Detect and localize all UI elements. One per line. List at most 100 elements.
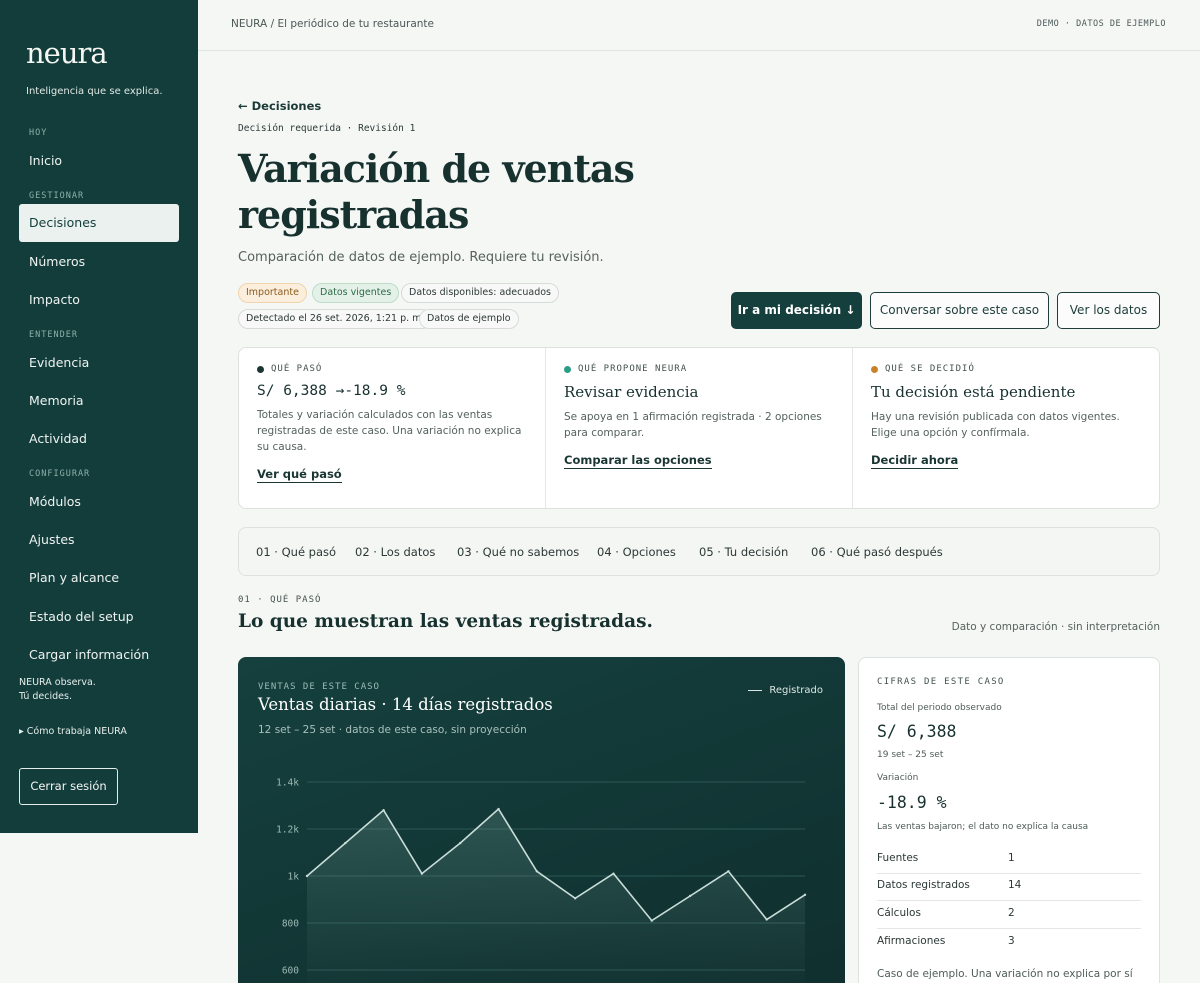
section-note: Dato y comparación · sin interpretación — [951, 621, 1160, 633]
data-point — [535, 870, 539, 873]
data-point — [612, 872, 615, 875]
status-dot — [257, 365, 264, 373]
card-text: Se apoya en 1 afirmación registrada · 2 … — [564, 411, 822, 439]
section-title: Lo que muestran las ventas registradas. — [238, 611, 653, 632]
sidebar-note-line1: NEURA observa. — [19, 677, 96, 688]
nav-section-hoy: HOY — [29, 128, 48, 138]
step-what-happened-after[interactable]: 06 · Qué pasó después — [811, 545, 943, 559]
decide-now-link[interactable]: Decidir ahora — [871, 453, 959, 469]
tagline: Inteligencia que se explica. — [26, 86, 163, 97]
figure-row: Datos registrados 14 — [877, 873, 1141, 901]
data-point — [727, 870, 730, 873]
step-what-happened[interactable]: 01 · Qué pasó — [256, 545, 336, 559]
sidebar-item-impacto[interactable]: Impacto — [19, 281, 179, 319]
status-dot — [871, 365, 878, 373]
how-neura-works-link[interactable]: ▸ Cómo trabaja NEURA — [19, 726, 127, 737]
data-point — [688, 894, 692, 898]
breadcrumb: NEURA / El periódico de tu restaurante — [231, 18, 435, 30]
arrow-right-icon: → — [335, 383, 345, 399]
data-point — [803, 893, 807, 896]
step-unknowns[interactable]: 03 · Qué no sabemos — [457, 545, 579, 559]
sidebar-item-memoria[interactable]: Memoria — [19, 382, 179, 420]
step-your-decision[interactable]: 05 · Tu decisión — [699, 545, 788, 559]
step-data[interactable]: 02 · Los datos — [355, 545, 435, 559]
sidebar-note-line2: Tú decides. — [19, 691, 72, 702]
sidebar-item-evidencia[interactable]: Evidencia — [19, 344, 179, 382]
nav-section-entender: ENTENDER — [29, 330, 78, 340]
sales-chart: 600 800 1k 1.2k 1.4k — [276, 778, 807, 983]
back-link[interactable]: ← Decisiones — [238, 99, 321, 113]
demo-label: DEMO · DATOS DE EJEMPLO — [1036, 19, 1166, 29]
y-tick-label: 800 — [282, 919, 299, 930]
sidebar-item-numeros[interactable]: Números — [19, 243, 179, 281]
summary-cards: QUÉ PASÓ S/ 6,388 →-18.9 % Totales y var… — [238, 347, 1160, 509]
see-what-happened-link[interactable]: Ver qué pasó — [257, 467, 342, 483]
data-point — [573, 897, 577, 900]
data-point — [650, 919, 653, 922]
nav-section-configurar: CONFIGURAR — [29, 469, 91, 479]
data-point — [497, 807, 500, 811]
card-text: Totales y variación calculados con las v… — [257, 409, 522, 453]
sidebar-note: NEURA observa. Tú decides. — [19, 676, 96, 704]
compare-options-link[interactable]: Comparar las opciones — [564, 453, 712, 469]
figure-row: Cálculos 2 — [877, 901, 1141, 929]
figures-footer: Caso de ejemplo. Una variación no explic… — [877, 968, 1133, 980]
sidebar-item-plan[interactable]: Plan y alcance — [19, 559, 179, 597]
card-decision: QUÉ SE DECIDIÓ Tu decisión está pendient… — [853, 348, 1159, 508]
data-point — [765, 918, 768, 921]
y-tick-label: 600 — [282, 966, 299, 977]
sidebar-item-actividad[interactable]: Actividad — [19, 420, 179, 458]
figure-row: Afirmaciones 3 — [877, 935, 1015, 947]
variation-note: Las ventas bajaron; el dato no explica l… — [877, 822, 1089, 832]
tag-detected: Detectado el 26 set. 2026, 1:21 p. m. — [238, 309, 433, 329]
topbar: NEURA / El periódico de tu restaurante D… — [198, 0, 1200, 51]
card-heading: QUÉ PROPONE NEURA — [564, 364, 834, 374]
y-tick-label: 1.2k — [276, 825, 299, 836]
logout-button[interactable]: Cerrar sesión — [19, 768, 118, 805]
figure-row: Fuentes 1 — [877, 846, 1141, 874]
sales-chart-panel: VENTAS DE ESTE CASO Ventas diarias · 14 … — [238, 657, 845, 983]
sidebar-item-setup[interactable]: Estado del setup — [19, 598, 179, 636]
page-subtitle: Comparación de datos de ejemplo. Requier… — [238, 250, 604, 265]
sidebar-item-ajustes[interactable]: Ajustes — [19, 521, 179, 559]
data-point — [344, 841, 347, 845]
logo[interactable]: neura — [26, 36, 108, 70]
sidebar-item-inicio[interactable]: Inicio — [19, 142, 179, 180]
page-kicker: Decisión requerida · Revisión 1 — [238, 123, 416, 134]
card-heading: QUÉ SE DECIDIÓ — [871, 364, 1141, 374]
sidebar-item-modulos[interactable]: Módulos — [19, 483, 179, 521]
tag-current-data: Datos vigentes — [312, 283, 400, 303]
tag-important: Importante — [238, 283, 307, 303]
card-what-happened: QUÉ PASÓ S/ 6,388 →-18.9 % Totales y var… — [239, 348, 546, 508]
view-data-button[interactable]: Ver los datos — [1057, 292, 1160, 329]
chat-case-button[interactable]: Conversar sobre este caso — [870, 292, 1049, 329]
figures-heading: CIFRAS DE ESTE CASO — [877, 677, 1005, 687]
card-neura-proposal: QUÉ PROPONE NEURA Revisar evidencia Se a… — [546, 348, 853, 508]
card-value: S/ 6,388 →-18.9 % — [257, 383, 406, 399]
data-point — [459, 841, 462, 845]
y-tick-label: 1k — [288, 872, 300, 883]
figures-panel: CIFRAS DE ESTE CASO Total del periodo ob… — [858, 657, 1160, 983]
variation-label: Variación — [877, 773, 919, 783]
card-title: Revisar evidencia — [564, 383, 699, 401]
tag-example-data: Datos de ejemplo — [419, 309, 519, 329]
series-area — [307, 809, 805, 983]
status-dot — [564, 365, 571, 373]
card-title: Tu decisión está pendiente — [871, 383, 1076, 401]
nav-section-gestionar: GESTIONAR — [29, 191, 85, 201]
variation-value: -18.9 % — [877, 793, 947, 812]
section-kicker: 01 · QUÉ PASÓ — [238, 595, 322, 605]
total-range: 19 set – 25 set — [877, 750, 944, 760]
y-tick-label: 1.4k — [276, 778, 299, 789]
card-text: Hay una revisión publicada con datos vig… — [871, 411, 1120, 439]
total-label: Total del periodo observado — [877, 703, 1002, 713]
sidebar-item-cargar[interactable]: Cargar información — [19, 636, 179, 674]
step-options[interactable]: 04 · Opciones — [597, 545, 676, 559]
go-to-decision-button[interactable]: Ir a mi decisión ↓ — [731, 292, 862, 329]
data-point — [305, 874, 309, 878]
page-title: Variación de ventas registradas — [238, 146, 635, 237]
total-value: S/ 6,388 — [877, 722, 957, 741]
sidebar: neura Inteligencia que se explica. HOY I… — [0, 0, 198, 833]
sidebar-item-decisiones[interactable]: Decisiones — [19, 204, 179, 242]
data-point — [420, 872, 424, 875]
